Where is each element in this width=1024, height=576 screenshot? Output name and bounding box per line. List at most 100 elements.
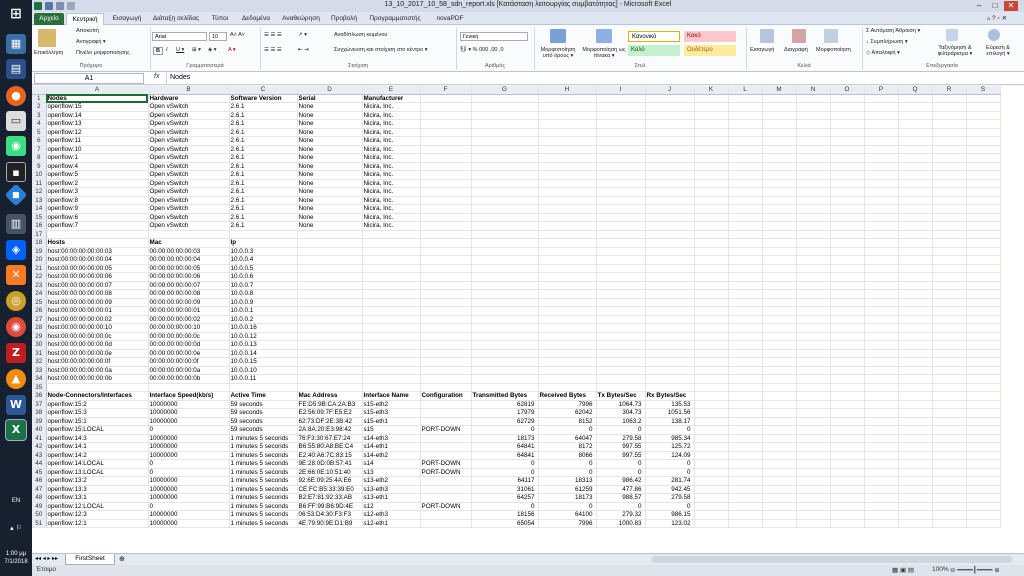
cell[interactable]	[728, 170, 763, 180]
cell[interactable]: 477.86	[596, 485, 646, 494]
cell[interactable]	[596, 111, 646, 120]
cell[interactable]	[932, 425, 967, 435]
cell[interactable]	[538, 187, 597, 197]
cell[interactable]	[420, 221, 472, 231]
cell[interactable]	[297, 383, 363, 392]
cell[interactable]	[694, 493, 729, 503]
cell[interactable]: 92:6E:09:25:4A:E6	[297, 476, 363, 486]
cell[interactable]	[471, 179, 539, 188]
cell[interactable]	[966, 425, 1001, 435]
cell[interactable]	[762, 128, 797, 137]
cell[interactable]	[966, 502, 1001, 511]
tab-view[interactable]: Προβολή	[328, 13, 360, 25]
cell[interactable]	[830, 391, 865, 401]
cell[interactable]	[898, 340, 933, 350]
cell[interactable]	[864, 145, 899, 154]
cell[interactable]	[297, 374, 363, 384]
cell[interactable]	[728, 366, 763, 375]
cell[interactable]: s12	[362, 502, 421, 511]
cell[interactable]: 985.34	[645, 434, 695, 443]
cell[interactable]	[728, 230, 763, 239]
cell[interactable]: 988.57	[596, 493, 646, 503]
cell[interactable]	[297, 272, 363, 282]
cell[interactable]: 123.02	[645, 519, 695, 528]
cell[interactable]	[471, 332, 539, 341]
cell[interactable]	[762, 94, 797, 103]
cell[interactable]: PORT-DOWN	[420, 425, 472, 435]
cell[interactable]	[728, 408, 763, 418]
cell[interactable]: Open vSwitch	[148, 128, 230, 137]
cell[interactable]	[362, 366, 421, 375]
cell[interactable]	[898, 162, 933, 171]
cell[interactable]: openflow:13:2	[46, 476, 149, 486]
cell[interactable]	[728, 485, 763, 494]
cell[interactable]	[966, 264, 1001, 273]
cell[interactable]	[694, 417, 729, 426]
cell[interactable]	[966, 400, 1001, 409]
column-header[interactable]: O	[830, 86, 865, 95]
cell[interactable]	[596, 213, 646, 222]
row-header[interactable]: 39	[32, 417, 47, 426]
cell[interactable]: 2.6.1	[229, 136, 298, 146]
cell[interactable]	[864, 374, 899, 384]
cell[interactable]: None	[297, 136, 363, 146]
cell[interactable]	[694, 136, 729, 146]
cell[interactable]: PORT-DOWN	[420, 502, 472, 511]
cell[interactable]	[728, 493, 763, 503]
conditional-format-icon[interactable]	[550, 29, 566, 43]
cell[interactable]: 00:00:00:00:00:09	[148, 298, 230, 307]
cell[interactable]: 10.0.0.1	[229, 306, 298, 316]
cell[interactable]	[830, 519, 865, 528]
cell[interactable]	[932, 357, 967, 367]
row-header[interactable]: 34	[32, 374, 47, 384]
cell[interactable]	[538, 196, 597, 205]
cell[interactable]: Nicira, Inc.	[362, 102, 421, 112]
cell[interactable]	[898, 102, 933, 112]
cell[interactable]	[864, 417, 899, 426]
style-good[interactable]: Καλό	[628, 45, 680, 56]
cell[interactable]	[966, 230, 1001, 239]
cell[interactable]	[471, 323, 539, 333]
cell[interactable]	[830, 340, 865, 350]
cell[interactable]: 10000000	[148, 476, 230, 486]
cell[interactable]	[796, 298, 831, 307]
cell[interactable]	[898, 476, 933, 486]
cell[interactable]	[694, 238, 729, 248]
cell[interactable]	[864, 408, 899, 418]
cell[interactable]: s15-eth1	[362, 417, 421, 426]
cell[interactable]: 1 minutes 5 seconds	[229, 442, 298, 452]
wrap-text-button[interactable]: Αναδίπλωση κειμένου	[334, 32, 387, 38]
cell[interactable]	[762, 502, 797, 511]
cell[interactable]	[694, 94, 729, 103]
cell[interactable]	[694, 281, 729, 290]
cell[interactable]: 10.0.0.16	[229, 323, 298, 333]
cell[interactable]	[762, 145, 797, 154]
cell[interactable]	[762, 281, 797, 290]
cell[interactable]: 2.6.1	[229, 170, 298, 180]
cell[interactable]	[966, 476, 1001, 486]
cell[interactable]	[864, 204, 899, 214]
cell[interactable]	[694, 315, 729, 324]
cell[interactable]	[694, 204, 729, 214]
cell[interactable]	[420, 374, 472, 384]
cell[interactable]: 1 minutes 5 seconds	[229, 459, 298, 469]
cell[interactable]: host:00:00:00:00:00:0f	[46, 357, 149, 367]
cell[interactable]	[728, 187, 763, 197]
cell[interactable]	[966, 196, 1001, 205]
cell[interactable]	[538, 298, 597, 307]
cell[interactable]	[538, 340, 597, 350]
cell[interactable]: openflow:7	[46, 221, 149, 231]
cell[interactable]: openflow:5	[46, 170, 149, 180]
cell[interactable]	[596, 281, 646, 290]
document-icon[interactable]: ▭	[6, 111, 26, 131]
cell[interactable]	[596, 306, 646, 316]
cell[interactable]	[762, 204, 797, 214]
column-header[interactable]: N	[796, 86, 831, 95]
cell[interactable]: 18313	[538, 476, 597, 486]
fx-icon[interactable]: fx	[154, 73, 159, 80]
cell[interactable]	[898, 272, 933, 282]
cell[interactable]	[694, 400, 729, 409]
cell[interactable]: 1 minutes 5 seconds	[229, 519, 298, 528]
tab-home[interactable]: Κεντρική	[66, 13, 104, 25]
cell[interactable]	[796, 349, 831, 358]
